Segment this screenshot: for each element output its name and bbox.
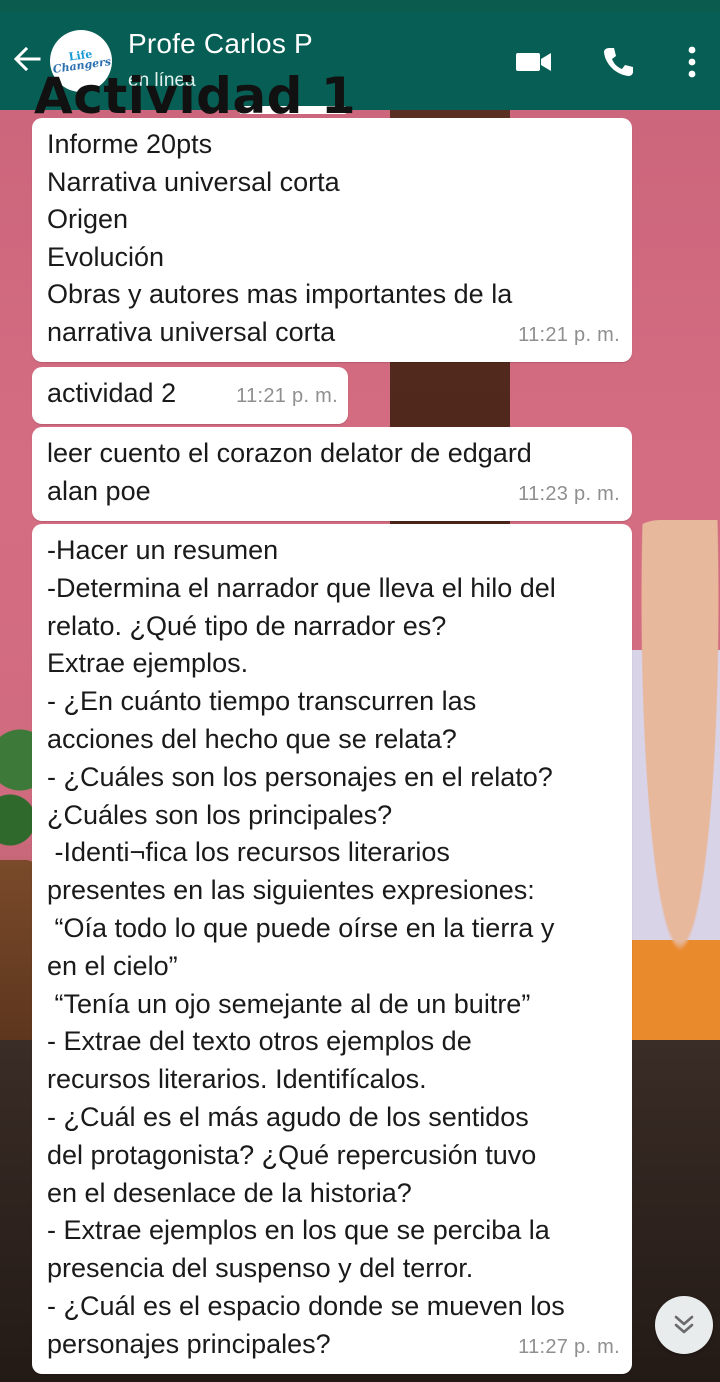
wallpaper-pot [0, 860, 36, 1060]
phone-call-icon [604, 48, 633, 76]
double-chevron-down-icon [674, 1315, 694, 1334]
message-bubble[interactable]: -Hacer un resumen -Determina el narrador… [32, 524, 632, 1374]
message-text: -Hacer un resumen -Determina el narrador… [47, 535, 565, 1359]
video-call-icon [516, 53, 551, 71]
message-time: 11:27 p. m. [518, 1336, 620, 1359]
contact-name[interactable]: Profe Carlos P [128, 28, 313, 60]
message-bubble[interactable]: leer cuento el corazon delator de edgard… [32, 427, 632, 521]
status-bar [0, 0, 720, 12]
message-time: 11:21 p. m. [236, 385, 338, 408]
message-bubble[interactable]: actividad 2 11:21 p. m. [32, 367, 348, 424]
voice-call-button[interactable] [596, 42, 640, 82]
message-time: 11:21 p. m. [518, 324, 620, 347]
message-time: 11:23 p. m. [518, 483, 620, 506]
message-bubble[interactable]: Informe 20pts Narrativa universal corta … [32, 118, 632, 362]
video-call-button[interactable] [512, 42, 556, 82]
more-options-icon [688, 46, 696, 78]
scroll-to-bottom-button[interactable] [655, 1296, 713, 1354]
more-options-button[interactable] [672, 42, 712, 82]
overlay-title: Actividad 1 [34, 67, 357, 125]
